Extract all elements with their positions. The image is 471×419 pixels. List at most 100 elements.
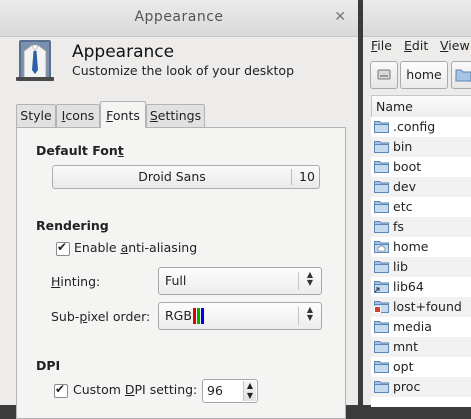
spin-arrows-icon[interactable]: ▲ ▼ bbox=[243, 381, 256, 401]
subpixel-select-divider bbox=[298, 307, 299, 325]
header-subtitle: Customize the look of your desktop bbox=[72, 63, 295, 78]
drive-icon bbox=[377, 69, 391, 80]
default-font-button[interactable]: Droid Sans 10 bbox=[52, 165, 320, 189]
location-home-button[interactable]: home bbox=[400, 61, 448, 89]
list-item[interactable]: home bbox=[371, 237, 471, 257]
tab-icons[interactable]: Icons bbox=[56, 104, 100, 127]
hinting-label: Hinting: bbox=[51, 274, 100, 289]
antialiasing-checkbox[interactable] bbox=[56, 240, 70, 256]
folder-icon bbox=[374, 121, 389, 133]
folder-icon bbox=[374, 141, 389, 153]
dpi-value: 96 bbox=[207, 383, 223, 398]
next-location-button[interactable] bbox=[451, 61, 471, 89]
dpi-spinbutton[interactable]: 96 ▲ ▼ bbox=[202, 379, 258, 403]
default-font-heading: Default Font bbox=[36, 143, 124, 158]
antialiasing-label[interactable]: Enable anti-aliasing bbox=[74, 240, 197, 255]
dialog-header: Appearance Customize the look of your de… bbox=[0, 37, 358, 89]
subpixel-label: Sub-pixel order: bbox=[51, 309, 150, 324]
file-name: dev bbox=[393, 179, 417, 194]
list-item[interactable]: bin bbox=[371, 137, 471, 157]
folder-icon bbox=[374, 181, 389, 193]
menu-bar: File Edit View bbox=[363, 37, 471, 59]
tab-style[interactable]: Style bbox=[16, 104, 56, 127]
list-item[interactable]: lib bbox=[371, 257, 471, 277]
file-name: lib bbox=[393, 259, 408, 274]
list-item[interactable]: media bbox=[371, 317, 471, 337]
file-name: opt bbox=[393, 359, 414, 374]
column-header-label: Name bbox=[376, 99, 413, 114]
header-title: Appearance bbox=[72, 42, 175, 62]
list-item[interactable]: boot bbox=[371, 157, 471, 177]
tab-settings[interactable]: Settings bbox=[146, 104, 205, 127]
updown-arrow-icon: ▲ ▼ bbox=[306, 270, 314, 287]
list-item[interactable]: dev bbox=[371, 177, 471, 197]
antialiasing-label-pre: Enable bbox=[74, 240, 121, 255]
file-manager-window: File Edit View home Name .config bin boot d… bbox=[363, 0, 471, 407]
tab-style-label: Style bbox=[20, 108, 52, 123]
tab-fonts-label: onts bbox=[112, 108, 140, 123]
list-item[interactable]: opt bbox=[371, 357, 471, 377]
green-stripe bbox=[197, 308, 200, 324]
folder-icon bbox=[374, 161, 389, 173]
rendering-heading: Rendering bbox=[36, 218, 109, 233]
default-font-heading-mnemonic: t bbox=[117, 143, 124, 158]
hinting-select[interactable]: Full ▲ ▼ bbox=[158, 267, 322, 295]
tab-settings-label: ettings bbox=[157, 108, 202, 123]
tab-fonts[interactable]: Fonts bbox=[100, 101, 146, 128]
subpixel-order-select[interactable]: RGB ▲ ▼ bbox=[158, 302, 322, 330]
close-icon[interactable]: ✕ bbox=[334, 10, 346, 24]
rgb-stripes-icon bbox=[193, 308, 207, 324]
list-item[interactable]: lib64 bbox=[371, 277, 471, 297]
menu-file-label: ile bbox=[377, 38, 392, 53]
updown-arrow-icon: ▲ ▼ bbox=[306, 305, 314, 322]
list-item[interactable]: etc bbox=[371, 197, 471, 217]
folder-icon bbox=[374, 261, 389, 273]
custom-dpi-label-post: PI setting: bbox=[134, 382, 198, 397]
hinting-label-post: inting: bbox=[60, 274, 101, 289]
menu-view[interactable]: View bbox=[440, 38, 470, 53]
file-name: home bbox=[393, 239, 429, 254]
custom-dpi-checkbox[interactable] bbox=[54, 382, 68, 398]
file-list: .config bin boot dev etc fs home lib lib64 lost+f… bbox=[371, 117, 471, 407]
list-item[interactable]: fs bbox=[371, 217, 471, 237]
folder-icon bbox=[374, 341, 389, 353]
toggle-path-button[interactable] bbox=[370, 61, 398, 89]
file-name: media bbox=[393, 319, 432, 334]
custom-dpi-label-mnemonic: D bbox=[124, 382, 135, 397]
folder-icon bbox=[374, 201, 389, 213]
menu-edit[interactable]: Edit bbox=[404, 38, 428, 53]
title-bar[interactable]: Appearance ✕ bbox=[0, 0, 358, 37]
folder-icon bbox=[455, 69, 471, 82]
appearance-icon bbox=[16, 40, 54, 81]
menu-edit-label: dit bbox=[411, 38, 429, 53]
tab-icons-label: cons bbox=[65, 108, 95, 123]
antialiasing-label-post: nti-aliasing bbox=[128, 240, 198, 255]
subpixel-label-pre: Sub- bbox=[51, 309, 80, 324]
fm-toolbar: home bbox=[363, 59, 471, 93]
menu-edit-mnemonic: E bbox=[404, 38, 412, 53]
file-name: fs bbox=[393, 219, 404, 234]
font-size: 10 bbox=[299, 169, 315, 184]
custom-dpi-label[interactable]: Custom DPI setting: bbox=[73, 382, 197, 397]
fonts-panel: Default Font Droid Sans 10 Rendering Ena… bbox=[16, 127, 346, 419]
folder-locked-icon bbox=[374, 301, 389, 313]
folder-icon bbox=[374, 361, 389, 373]
hinting-label-mnemonic: H bbox=[51, 274, 61, 289]
subpixel-value: RGB bbox=[165, 308, 192, 323]
fm-title-bar[interactable] bbox=[363, 0, 471, 37]
custom-dpi-label-pre: Custom bbox=[73, 382, 125, 397]
folder-icon bbox=[374, 221, 389, 233]
folder-link-icon bbox=[374, 281, 389, 293]
list-item[interactable]: .config bbox=[371, 117, 471, 137]
file-name: mnt bbox=[393, 339, 418, 354]
menu-file[interactable]: File bbox=[371, 38, 392, 53]
tab-fonts-mnemonic: F bbox=[106, 108, 113, 123]
blue-stripe bbox=[201, 308, 204, 324]
red-stripe bbox=[193, 308, 196, 324]
menu-view-label: iew bbox=[448, 38, 470, 53]
list-item[interactable]: mnt bbox=[371, 337, 471, 357]
list-item[interactable]: proc bbox=[371, 377, 471, 397]
column-header-name[interactable]: Name bbox=[371, 95, 471, 119]
home-folder-icon bbox=[374, 241, 389, 253]
list-item[interactable]: lost+found bbox=[371, 297, 471, 317]
